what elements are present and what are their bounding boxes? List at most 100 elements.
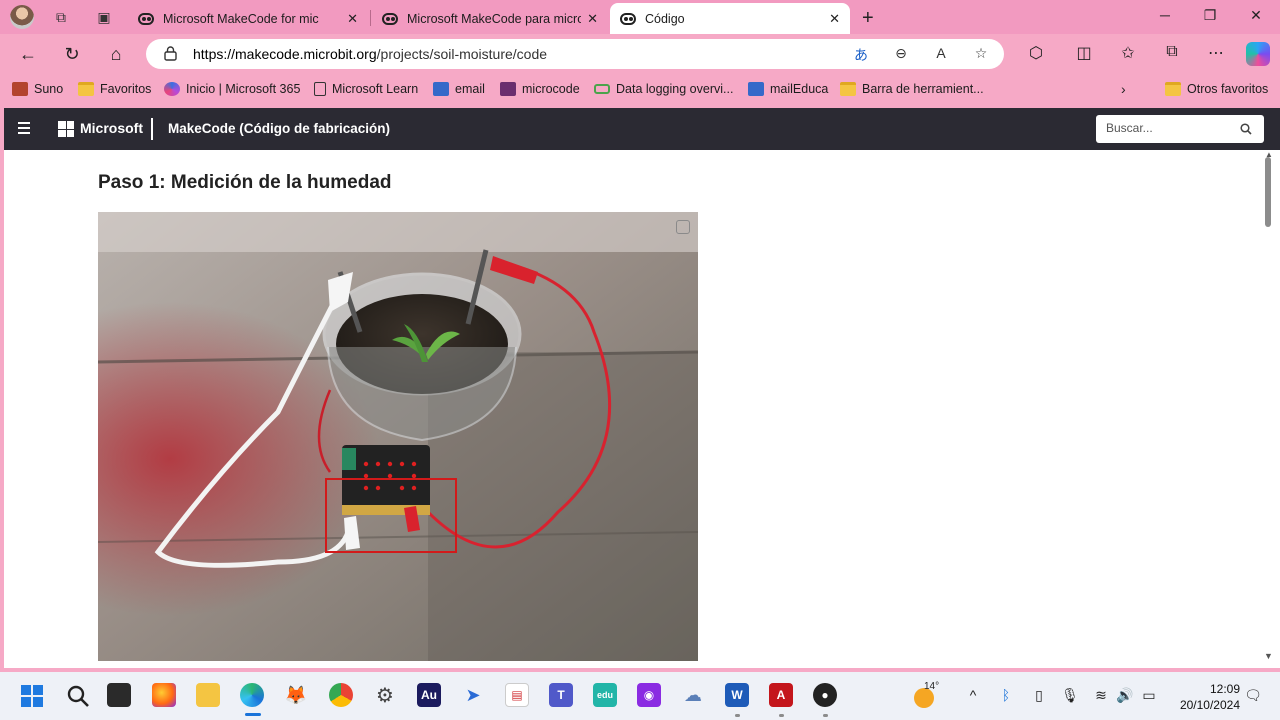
- navigation-bar: ← ↻ ⌂ https://makecode.microbit.org/proj…: [0, 34, 1280, 74]
- bookmark-label: microcode: [522, 82, 580, 96]
- mail-icon: [433, 82, 449, 96]
- tab-actions-icon[interactable]: ▣: [95, 8, 113, 26]
- chevron-up-icon[interactable]: ^: [964, 687, 982, 703]
- chevron-right-icon[interactable]: ›: [1121, 81, 1126, 97]
- clipchamp-icon[interactable]: ◉: [637, 683, 661, 707]
- extensions-icon[interactable]: ⬡: [1025, 43, 1047, 63]
- favorite-star-icon[interactable]: ☆: [971, 45, 991, 62]
- word-icon[interactable]: W: [725, 683, 749, 707]
- new-tab-icon[interactable]: +: [862, 7, 874, 30]
- bookmark-barra-herramientas[interactable]: Barra de herramient...: [840, 82, 984, 96]
- active-app-indicator: [245, 713, 261, 716]
- search-icon[interactable]: [1240, 123, 1252, 135]
- zoom-icon[interactable]: ⊖: [891, 45, 911, 62]
- bookmark-microsoft-365[interactable]: Inicio | Microsoft 365: [164, 82, 300, 96]
- task-view-icon[interactable]: [107, 683, 131, 707]
- refresh-icon[interactable]: ↻: [61, 43, 83, 65]
- microphone-icon[interactable]: 🎙: [1061, 687, 1079, 704]
- translate-icon[interactable]: あ: [851, 45, 871, 65]
- running-indicator: [823, 714, 828, 717]
- makecode-favicon-icon: [382, 12, 398, 25]
- home-icon[interactable]: ⌂: [105, 43, 127, 65]
- teams-icon[interactable]: T: [549, 683, 573, 707]
- bookmark-microsoft-learn[interactable]: Microsoft Learn: [314, 82, 418, 96]
- tab-makecode-micro[interactable]: Microsoft MakeCode para micro: ✕: [372, 3, 608, 34]
- notifications-icon[interactable]: 🗨: [1244, 687, 1262, 704]
- edge-icon[interactable]: [240, 683, 264, 707]
- settings-gear-icon[interactable]: ⚙: [373, 683, 397, 707]
- search-box[interactable]: [1096, 115, 1264, 143]
- hamburger-menu-icon[interactable]: [18, 122, 30, 134]
- favorites-icon[interactable]: ✩: [1117, 43, 1139, 63]
- acrobat-icon[interactable]: A: [769, 683, 793, 707]
- lock-icon[interactable]: [164, 46, 177, 61]
- microsoft-logo-icon[interactable]: [58, 121, 74, 137]
- power-automate-icon[interactable]: ➤: [461, 683, 485, 707]
- makecode-title[interactable]: MakeCode (Código de fabricación): [168, 121, 390, 136]
- bookmark-label: Otros favoritos: [1187, 82, 1269, 96]
- bookmark-label: Data logging overvi...: [616, 82, 734, 96]
- back-icon[interactable]: ←: [17, 43, 39, 65]
- weather-temperature[interactable]: 14°: [924, 681, 939, 692]
- tab-title: Microsoft MakeCode for mic: [163, 11, 319, 26]
- battery-icon[interactable]: ▭: [1140, 687, 1158, 704]
- edu-icon[interactable]: edu: [593, 683, 617, 707]
- bookmark-otros-favoritos[interactable]: Otros favoritos: [1165, 82, 1268, 96]
- settings-more-icon[interactable]: ⋯: [1205, 43, 1227, 63]
- expand-image-icon[interactable]: [676, 220, 690, 234]
- url-text: https://makecode.microbit.org/projects/s…: [193, 46, 547, 62]
- mail-icon: [748, 82, 764, 96]
- bookmark-favoritos[interactable]: Favoritos: [78, 82, 151, 96]
- scroll-down-icon[interactable]: ▼: [1264, 651, 1273, 661]
- chrome-icon[interactable]: [329, 683, 353, 707]
- microsoft-brand[interactable]: Microsoft: [80, 120, 143, 136]
- tab-codigo[interactable]: Código ✕: [610, 3, 850, 34]
- workspaces-icon[interactable]: ⧉: [52, 8, 70, 26]
- close-tab-icon[interactable]: ✕: [587, 11, 598, 27]
- close-tab-icon[interactable]: ✕: [347, 11, 358, 27]
- audition-icon[interactable]: Au: [417, 683, 441, 707]
- search-icon[interactable]: [66, 684, 90, 708]
- collections-icon[interactable]: ⧉: [1161, 43, 1183, 61]
- bluetooth-icon[interactable]: ᛒ: [997, 687, 1015, 703]
- page-scrollbar[interactable]: [1262, 150, 1276, 668]
- bookmark-microcode[interactable]: microcode: [500, 82, 580, 96]
- notepad-icon[interactable]: ▤: [505, 683, 529, 707]
- tab-divider: [370, 10, 371, 26]
- tab-makecode-mic[interactable]: Microsoft MakeCode for mic ✕: [128, 3, 368, 34]
- copilot-icon[interactable]: [1246, 42, 1270, 66]
- scroll-up-icon[interactable]: ▲: [1265, 150, 1273, 159]
- folder-icon: [78, 82, 94, 96]
- search-input[interactable]: [1106, 121, 1226, 135]
- running-indicator: [779, 714, 784, 717]
- folder-icon: [1165, 82, 1181, 96]
- bookmark-data-logging[interactable]: Data logging overvi...: [594, 82, 733, 96]
- profile-avatar[interactable]: [10, 5, 34, 29]
- firefox-icon[interactable]: [152, 683, 176, 707]
- split-screen-icon[interactable]: ◫: [1073, 43, 1095, 63]
- microcode-icon: [500, 82, 516, 96]
- clock-time: 12:09: [1209, 682, 1240, 696]
- windows-start-icon[interactable]: [20, 684, 44, 708]
- bookmark-email[interactable]: email: [433, 82, 485, 96]
- gimp-icon[interactable]: 🦊: [284, 683, 308, 707]
- minimize-icon[interactable]: ─: [1155, 7, 1175, 23]
- bookmark-suno[interactable]: Suno: [12, 82, 63, 96]
- file-explorer-icon[interactable]: [196, 683, 220, 707]
- restore-icon[interactable]: ❐: [1200, 7, 1220, 24]
- scrollbar-thumb[interactable]: [1265, 157, 1271, 227]
- close-window-icon[interactable]: ✕: [1246, 7, 1266, 24]
- wifi-icon[interactable]: ≋: [1092, 687, 1110, 704]
- volume-icon[interactable]: 🔊: [1116, 687, 1134, 704]
- clock-date: 20/10/2024: [1179, 698, 1240, 712]
- close-tab-icon[interactable]: ✕: [829, 11, 840, 27]
- usb-icon[interactable]: ▯: [1030, 687, 1048, 704]
- remote-app-icon[interactable]: ☁: [681, 683, 705, 707]
- address-bar[interactable]: https://makecode.microbit.org/projects/s…: [146, 39, 1004, 69]
- system-clock[interactable]: 12:09 20/10/2024: [1162, 681, 1240, 713]
- bookmark-label: Barra de herramient...: [862, 82, 984, 96]
- read-aloud-icon[interactable]: A: [931, 45, 951, 61]
- obs-icon[interactable]: ●: [813, 683, 837, 707]
- bookmark-maileduca[interactable]: mailEduca: [748, 82, 828, 96]
- folder-icon: [840, 82, 856, 96]
